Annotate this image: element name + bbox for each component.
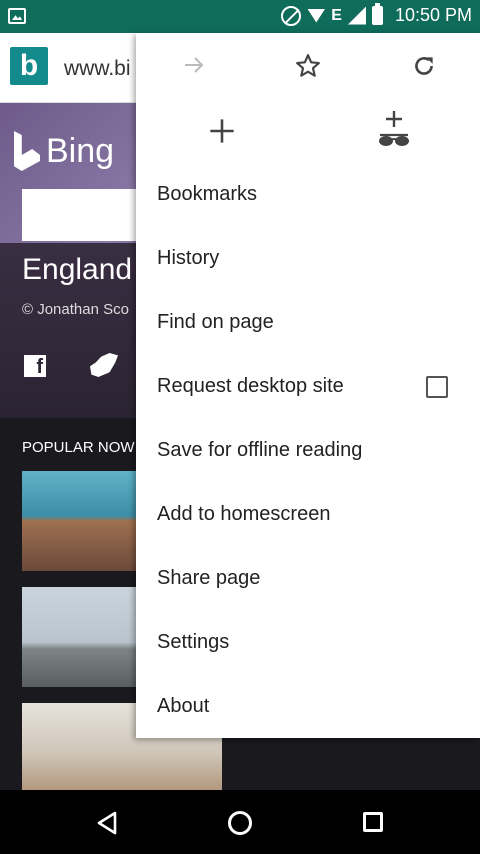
favicon-letter: b [19, 49, 39, 82]
menu-item-label: Share page [157, 567, 261, 589]
recent-apps-icon[interactable] [363, 812, 383, 832]
incognito-icon[interactable] [374, 109, 414, 153]
menu-item-label: Bookmarks [157, 183, 258, 205]
menu-item-find-on-page[interactable]: Find on page [136, 291, 480, 355]
do-not-disturb-icon [281, 5, 302, 26]
menu-item-label: History [157, 247, 220, 269]
menu-item-save-offline[interactable]: Save for offline reading [136, 419, 480, 483]
gallery-notification-icon [8, 8, 26, 24]
menu-item-request-desktop-site[interactable]: Request desktop site [136, 355, 480, 419]
forward-icon[interactable] [182, 53, 206, 77]
menu-item-bookmarks[interactable]: Bookmarks [136, 163, 480, 227]
menu-item-label: Add to homescreen [157, 503, 331, 525]
menu-action-row [136, 33, 480, 99]
system-nav-bar [0, 790, 480, 854]
clock: 10:50 PM [394, 5, 472, 25]
facebook-icon[interactable]: f [24, 355, 46, 378]
battery-icon [371, 3, 383, 25]
menu-item-add-to-homescreen[interactable]: Add to homescreen [136, 483, 480, 547]
image-credit: © Jonathan Sco [22, 301, 129, 318]
menu-item-label: About [157, 695, 210, 717]
bing-brand-text: Bing [46, 131, 115, 170]
desktop-site-checkbox[interactable] [426, 376, 448, 398]
wifi-icon [307, 8, 326, 23]
bing-favicon-icon: b [10, 47, 48, 85]
home-icon[interactable] [228, 811, 252, 835]
new-tab-icon[interactable] [208, 117, 236, 145]
refresh-icon[interactable] [411, 53, 437, 79]
menu-item-label: Request desktop site [157, 375, 344, 397]
bing-logo[interactable]: Bing [14, 131, 114, 171]
status-bar: E 10:50 PM [0, 0, 480, 33]
network-type-label: E [331, 6, 342, 24]
overflow-menu: Bookmarks History Find on page Request d… [136, 33, 480, 738]
menu-item-about[interactable]: About [136, 675, 480, 739]
back-icon[interactable] [96, 811, 118, 835]
url-text[interactable]: www.bi [64, 57, 131, 81]
menu-item-settings[interactable]: Settings [136, 611, 480, 675]
status-icons: E 10:50 PM [281, 3, 472, 26]
cell-signal-icon [347, 6, 366, 25]
menu-item-label: Find on page [157, 311, 274, 333]
bing-b-icon [14, 131, 40, 171]
popular-now-heading: POPULAR NOW [22, 439, 135, 456]
menu-item-share-page[interactable]: Share page [136, 547, 480, 611]
menu-item-label: Save for offline reading [157, 439, 363, 461]
menu-item-label: Settings [157, 631, 230, 653]
image-headline[interactable]: England [22, 253, 132, 287]
star-icon[interactable] [295, 53, 321, 79]
menu-item-history[interactable]: History [136, 227, 480, 291]
